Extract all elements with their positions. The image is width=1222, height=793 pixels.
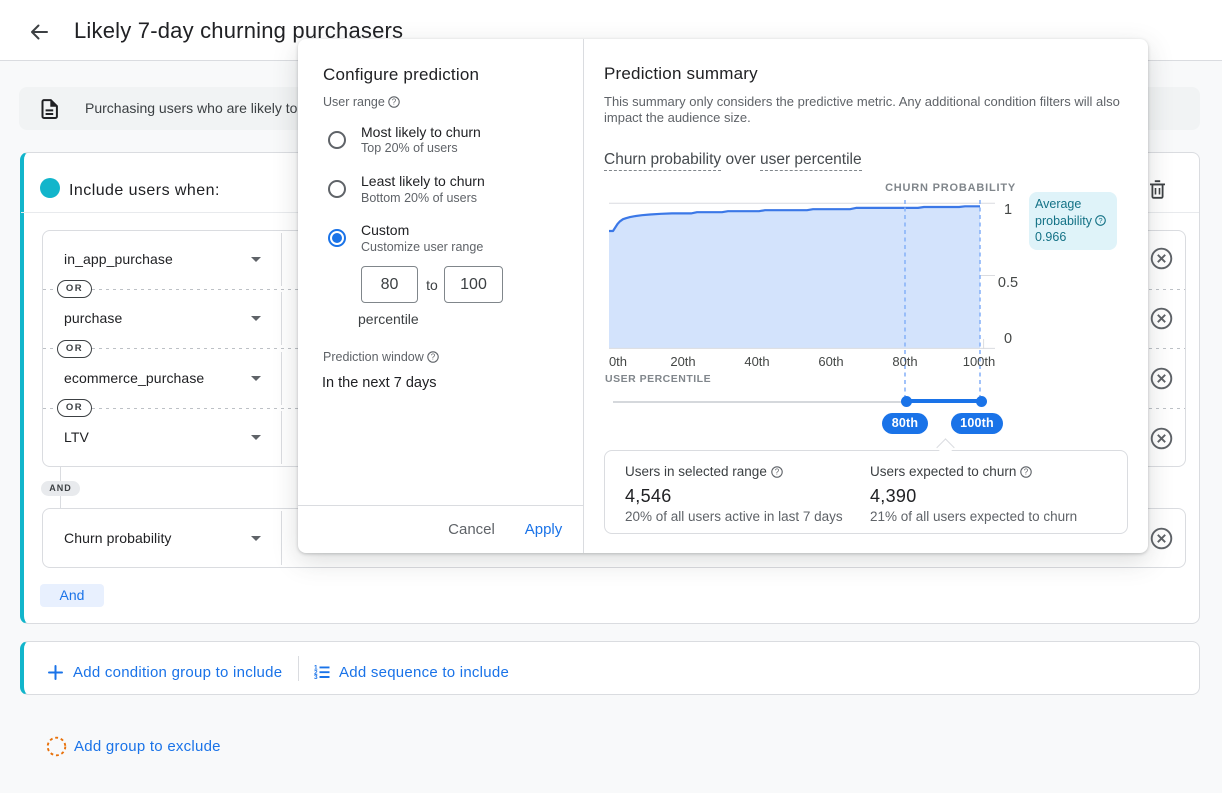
svg-text:?: ? [431,353,436,362]
svg-text:?: ? [1099,216,1103,225]
svg-text:3: 3 [314,674,318,680]
svg-text:?: ? [1024,467,1029,476]
svg-text:?: ? [392,98,397,107]
svg-text:?: ? [774,467,779,476]
